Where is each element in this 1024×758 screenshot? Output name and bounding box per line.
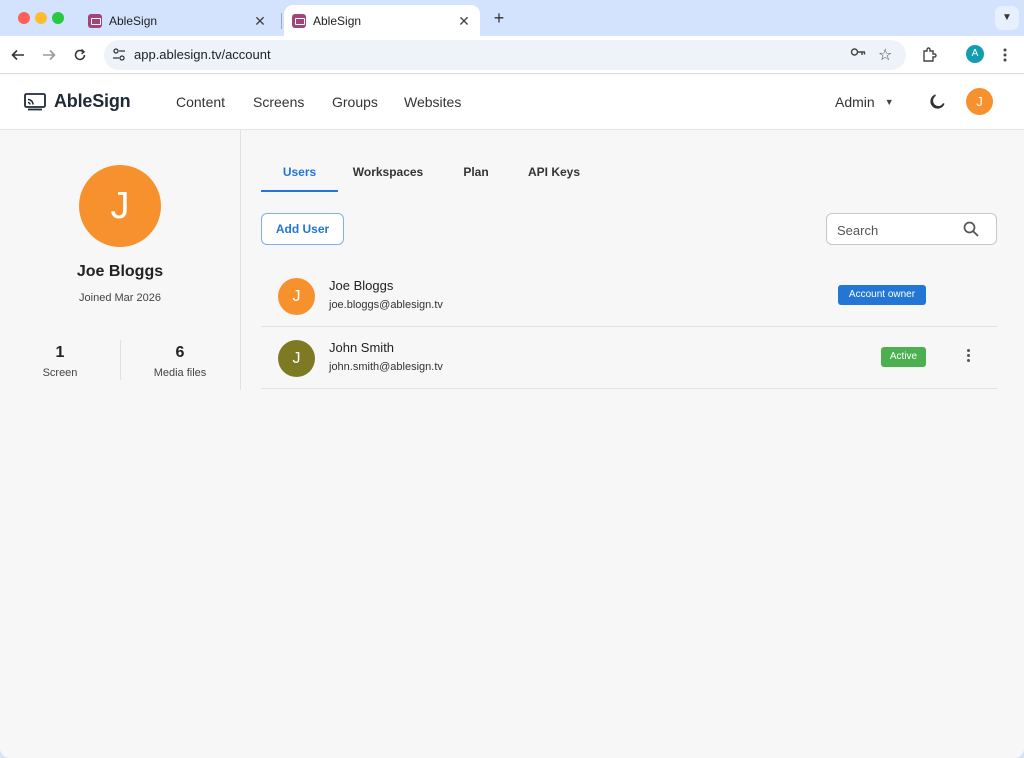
nav-content[interactable]: Content xyxy=(176,94,225,110)
tab-plan[interactable]: Plan xyxy=(451,158,501,192)
back-arrow-icon[interactable] xyxy=(6,43,30,67)
account-page: J Joe Bloggs Joined Mar 2026 1 Screen 6 … xyxy=(0,130,1024,758)
tab-strip: AbleSign ✕ AbleSign ✕ + ▼ xyxy=(0,0,1024,36)
user-row[interactable]: J Joe Bloggs joe.bloggs@ablesign.tv Acco… xyxy=(261,265,997,327)
role-badge: Account owner xyxy=(838,285,926,305)
stat-label: Media files xyxy=(153,367,207,379)
tab-title: AbleSign xyxy=(313,13,362,28)
reload-icon[interactable] xyxy=(68,43,92,67)
user-avatar: J xyxy=(278,278,315,315)
logo-text: AbleSign xyxy=(54,91,131,111)
nav-groups[interactable]: Groups xyxy=(332,94,378,110)
bookmark-star-icon[interactable]: ☆ xyxy=(878,45,892,65)
search-input[interactable] xyxy=(837,221,957,239)
tab-users[interactable]: Users xyxy=(261,158,338,192)
close-window-button[interactable] xyxy=(18,12,30,24)
ablesign-favicon-icon xyxy=(88,13,102,28)
tab-close-icon[interactable]: ✕ xyxy=(252,13,268,29)
user-name: Joe Bloggs xyxy=(329,278,394,293)
stat-value: 6 xyxy=(175,344,185,361)
more-options-icon[interactable] xyxy=(959,347,977,367)
password-key-icon[interactable] xyxy=(850,46,866,61)
stat-media-files: 6 Media files xyxy=(120,344,240,379)
tab-separator xyxy=(281,13,282,29)
profile-avatar: J xyxy=(79,165,161,247)
search-field[interactable] xyxy=(826,213,997,245)
tab-api-keys[interactable]: API Keys xyxy=(519,158,589,192)
user-row[interactable]: J John Smith john.smith@ablesign.tv Acti… xyxy=(261,327,997,389)
tab-workspaces[interactable]: Workspaces xyxy=(343,158,433,192)
caret-down-icon: ▼ xyxy=(884,97,894,107)
profile-joined-date: Joined Mar 2026 xyxy=(79,292,161,304)
add-user-button[interactable]: Add User xyxy=(261,213,344,245)
url-text: app.ablesign.tv/account xyxy=(134,47,271,62)
address-bar[interactable]: app.ablesign.tv/account ☆ xyxy=(104,40,906,70)
new-tab-button[interactable]: + xyxy=(488,8,510,30)
tab-close-icon[interactable]: ✕ xyxy=(456,13,472,29)
user-avatar[interactable]: J xyxy=(966,88,993,115)
browser-window: AbleSign ✕ AbleSign ✕ + ▼ app.ablesign.t… xyxy=(0,0,1024,758)
search-icon[interactable] xyxy=(963,221,979,237)
stat-label: Screen xyxy=(42,367,78,379)
browser-tab-1[interactable]: AbleSign ✕ xyxy=(80,5,276,36)
forward-arrow-icon[interactable] xyxy=(37,43,61,67)
app-logo[interactable]: AbleSign xyxy=(24,91,131,112)
role-dropdown[interactable]: Admin ▼ xyxy=(835,94,894,110)
status-badge: Active xyxy=(881,347,926,367)
ablesign-favicon-icon xyxy=(292,13,306,28)
extensions-puzzle-icon[interactable] xyxy=(917,43,941,67)
browser-profile-avatar[interactable]: A xyxy=(966,45,984,63)
maximize-window-button[interactable] xyxy=(52,12,64,24)
user-email: joe.bloggs@ablesign.tv xyxy=(329,299,443,311)
tab-title: AbleSign xyxy=(109,13,158,28)
browser-menu-icon[interactable] xyxy=(993,43,1017,67)
browser-tab-2[interactable]: AbleSign ✕ xyxy=(284,5,480,36)
app-header: AbleSign Content Screens Groups Websites… xyxy=(0,75,1024,130)
profile-name: Joe Bloggs xyxy=(76,263,164,280)
nav-websites[interactable]: Websites xyxy=(404,94,461,110)
user-email: john.smith@ablesign.tv xyxy=(329,361,443,373)
user-avatar: J xyxy=(278,340,315,377)
role-label: Admin xyxy=(835,94,875,110)
cast-screen-icon xyxy=(24,92,46,110)
browser-toolbar: app.ablesign.tv/account ☆ A xyxy=(0,36,1024,74)
dark-mode-moon-icon[interactable] xyxy=(928,93,946,111)
user-name: John Smith xyxy=(329,340,395,355)
minimize-window-button[interactable] xyxy=(35,12,47,24)
nav-screens[interactable]: Screens xyxy=(253,94,304,110)
stat-screens: 1 Screen xyxy=(0,344,120,379)
site-settings-icon[interactable] xyxy=(112,47,126,63)
stat-value: 1 xyxy=(55,344,65,361)
tab-search-chevron-icon[interactable]: ▼ xyxy=(995,6,1019,30)
profile-sidebar: J Joe Bloggs Joined Mar 2026 1 Screen 6 … xyxy=(0,130,241,390)
